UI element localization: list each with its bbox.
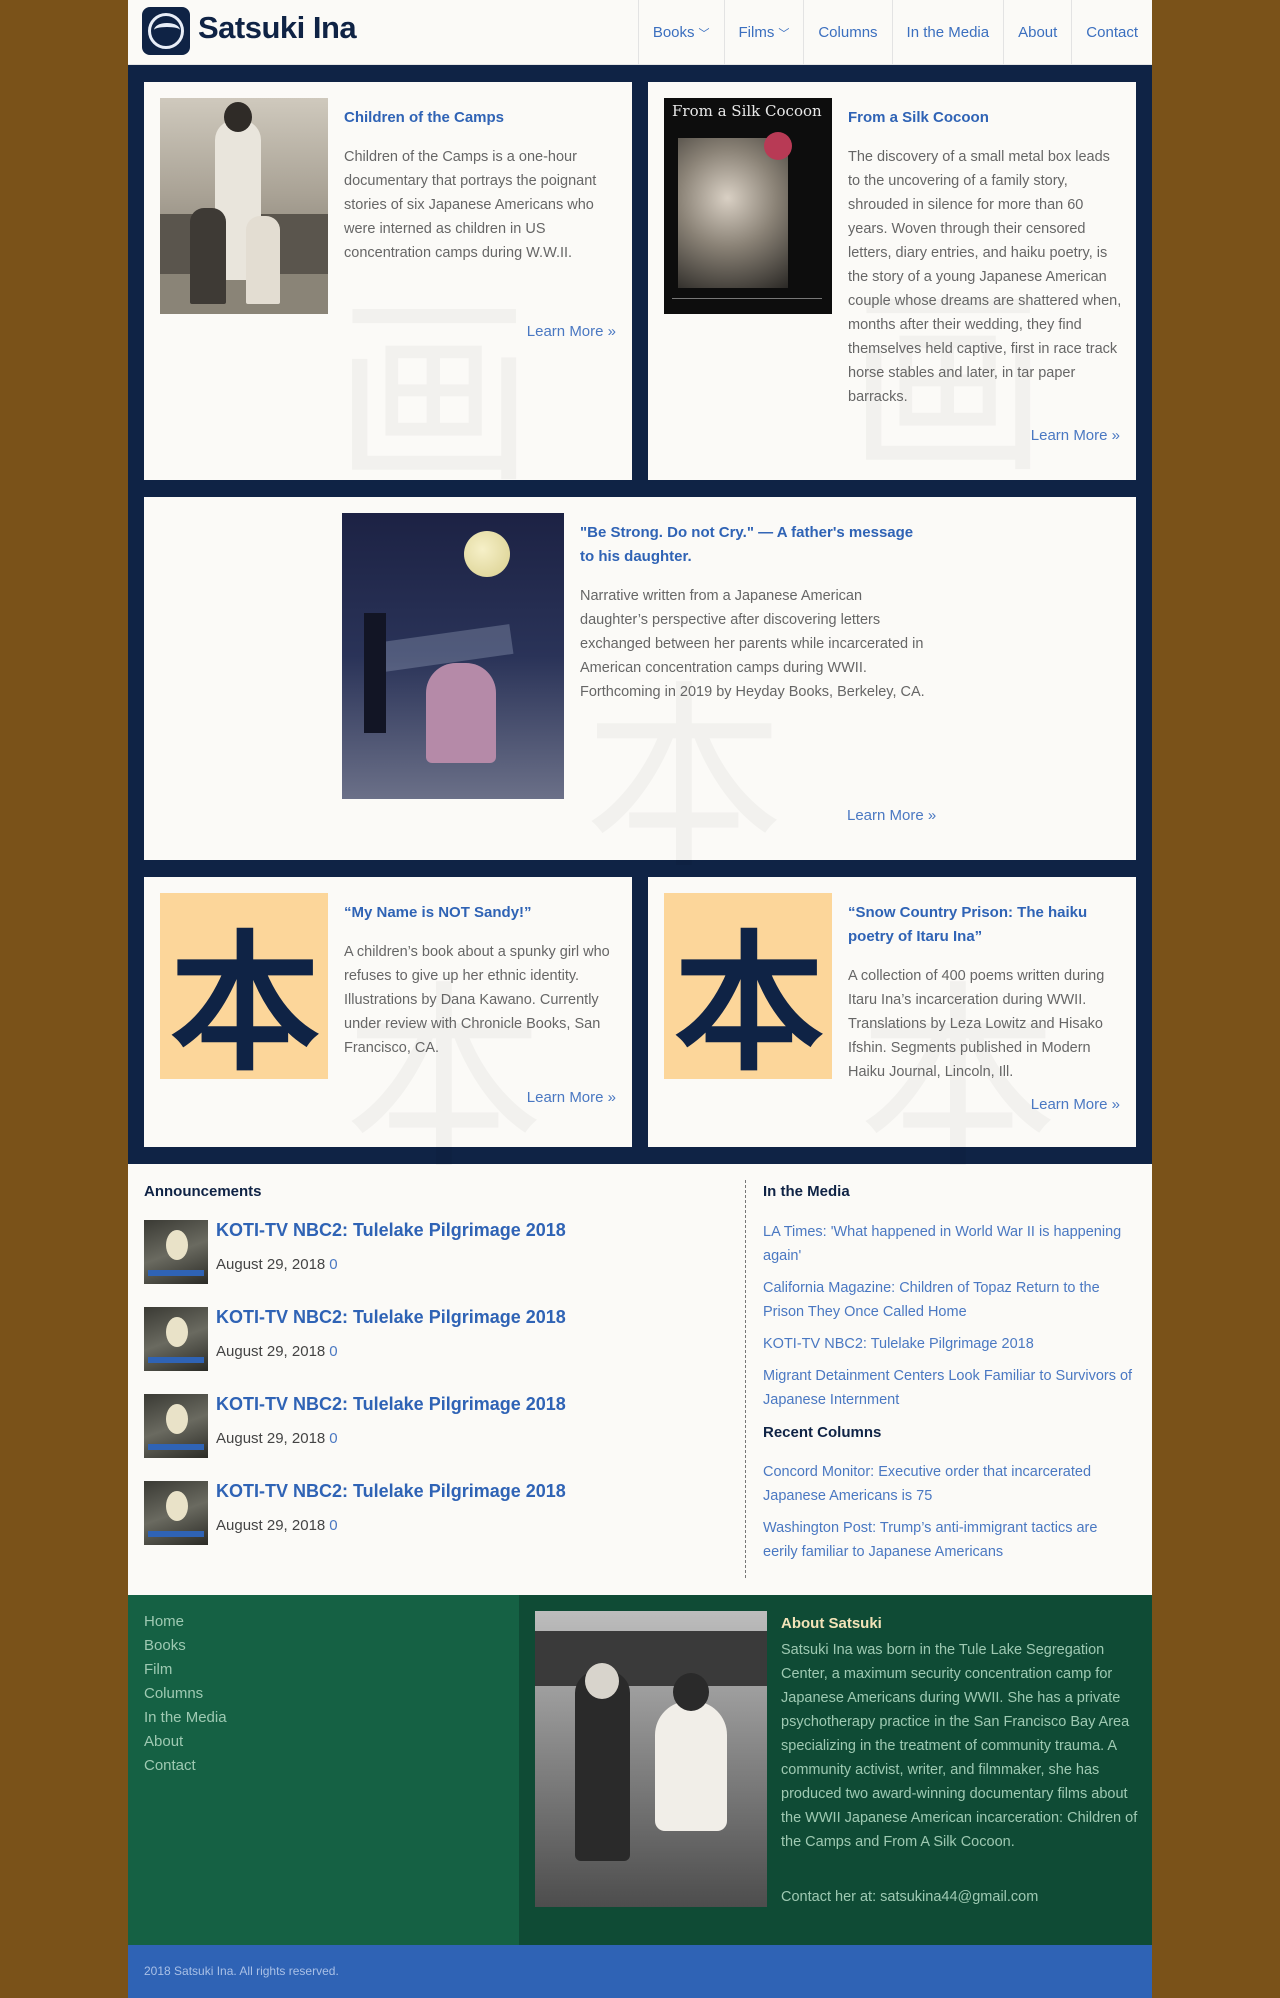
announcement-title[interactable]: KOTI-TV NBC2: Tulelake Pilgrimage 2018: [216, 1481, 566, 1502]
announcement-date: August 29, 2018: [216, 1430, 326, 1447]
feature-card-be-strong: 本 "Be Strong. Do not Cry." — A father's …: [144, 497, 1136, 860]
comment-count[interactable]: 0: [329, 1343, 337, 1360]
from-a-silk-cocoon-poster[interactable]: From a Silk Cocoon: [664, 98, 832, 314]
feature-title[interactable]: “My Name is NOT Sandy!”: [344, 901, 616, 925]
feature-title[interactable]: "Be Strong. Do not Cry." — A father's me…: [580, 521, 930, 569]
announcement-item: KOTI-TV NBC2: Tulelake Pilgrimage 2018 A…: [144, 1481, 704, 1551]
about-text: Satsuki Ina was born in the Tule Lake Se…: [781, 1642, 1138, 1850]
footer-about: About Satsuki Satsuki Ina was born in th…: [519, 1595, 1152, 1945]
feature-card-from-a-silk-cocoon: 画 From a Silk Cocoon From a Silk Cocoon …: [648, 82, 1136, 480]
footer-link-film[interactable]: Film: [144, 1661, 172, 1678]
announcement-meta: August 29, 2018 0: [216, 1256, 338, 1273]
about-photo: [535, 1611, 767, 1907]
book-kanji-tile[interactable]: 本: [664, 893, 832, 1079]
chevron-down-icon: ﹀: [698, 27, 710, 40]
learn-more-link[interactable]: Learn More »: [527, 323, 616, 340]
media-link[interactable]: LA Times: 'What happened in World War II…: [763, 1220, 1133, 1268]
children-of-the-camps-photo[interactable]: [160, 98, 328, 314]
announcement-thumbnail[interactable]: [144, 1220, 208, 1284]
learn-more-link[interactable]: Learn More »: [1031, 1096, 1120, 1113]
feature-title[interactable]: From a Silk Cocoon: [848, 106, 1120, 130]
footer-link-home[interactable]: Home: [144, 1613, 184, 1630]
feature-panel: 画 Children of the Camps Children of the …: [128, 65, 1152, 1164]
announcement-item: KOTI-TV NBC2: Tulelake Pilgrimage 2018 A…: [144, 1394, 704, 1464]
feature-card-children-of-the-camps: 画 Children of the Camps Children of the …: [144, 82, 632, 480]
announcement-meta: August 29, 2018 0: [216, 1430, 338, 1447]
comment-count[interactable]: 0: [329, 1430, 337, 1447]
recent-columns-heading: Recent Columns: [763, 1424, 882, 1441]
announcement-item: KOTI-TV NBC2: Tulelake Pilgrimage 2018 A…: [144, 1307, 704, 1377]
feature-card-my-name-is-not-sandy: 本 本 “My Name is NOT Sandy!” A children’s…: [144, 877, 632, 1147]
footer-link-contact[interactable]: Contact: [144, 1757, 196, 1774]
announcement-meta: August 29, 2018 0: [216, 1343, 338, 1360]
announcement-thumbnail[interactable]: [144, 1481, 208, 1545]
about-contact[interactable]: Contact her at: satsukina44@gmail.com: [781, 1885, 1141, 1909]
comment-count[interactable]: 0: [329, 1517, 337, 1534]
be-strong-book-cover[interactable]: [342, 513, 564, 799]
feature-title[interactable]: Children of the Camps: [344, 106, 616, 130]
announcement-date: August 29, 2018: [216, 1517, 326, 1534]
in-the-media-heading: In the Media: [763, 1183, 850, 1200]
about-title: About Satsuki: [781, 1615, 882, 1632]
announcement-title[interactable]: KOTI-TV NBC2: Tulelake Pilgrimage 2018: [216, 1220, 566, 1241]
nav-films[interactable]: Films ﹀: [723, 0, 804, 65]
announcement-thumbnail[interactable]: [144, 1394, 208, 1458]
announcement-date: August 29, 2018: [216, 1343, 326, 1360]
nav-about[interactable]: About: [1003, 0, 1071, 65]
media-link[interactable]: KOTI-TV NBC2: Tulelake Pilgrimage 2018: [763, 1332, 1133, 1356]
media-link[interactable]: California Magazine: Children of Topaz R…: [763, 1276, 1133, 1324]
announcements-heading: Announcements: [144, 1183, 262, 1200]
footer-link-about[interactable]: About: [144, 1733, 183, 1750]
site-footer: Home Books Film Columns In the Media Abo…: [128, 1595, 1152, 1945]
site-title[interactable]: Satsuki Ina: [198, 10, 357, 46]
announcement-title[interactable]: KOTI-TV NBC2: Tulelake Pilgrimage 2018: [216, 1307, 566, 1328]
poster-title: From a Silk Cocoon: [672, 102, 822, 120]
copyright-text: 2018 Satsuki Ina. All rights reserved.: [144, 1964, 339, 1978]
feature-title[interactable]: “Snow Country Prison: The haiku poetry o…: [848, 901, 1120, 949]
nav-in-the-media[interactable]: In the Media: [891, 0, 1004, 65]
column-divider: [745, 1180, 746, 1578]
footer-link-books[interactable]: Books: [144, 1637, 186, 1654]
footer-link-in-the-media[interactable]: In the Media: [144, 1709, 227, 1726]
main-nav: Books ﹀ Films ﹀ Columns In the Media About…: [637, 0, 1152, 65]
nav-columns[interactable]: Columns: [803, 0, 891, 65]
announcement-thumbnail[interactable]: [144, 1307, 208, 1371]
feature-description: Narrative written from a Japanese Americ…: [580, 588, 925, 700]
kanji-watermark: 画: [334, 232, 534, 522]
learn-more-link[interactable]: Learn More »: [847, 807, 936, 824]
feature-card-snow-country-prison: 本 本 “Snow Country Prison: The haiku poet…: [648, 877, 1136, 1147]
announcement-item: KOTI-TV NBC2: Tulelake Pilgrimage 2018 A…: [144, 1220, 704, 1290]
page: Satsuki Ina Books ﹀ Films ﹀ Columns In the…: [128, 0, 1152, 1998]
feature-description: Children of the Camps is a one-hour docu…: [344, 149, 597, 261]
footer-links: Home Books Film Columns In the Media Abo…: [128, 1595, 519, 1945]
feature-description: A collection of 400 poems written during…: [848, 968, 1105, 1080]
copyright-bar: 2018 Satsuki Ina. All rights reserved.: [128, 1945, 1152, 1998]
announcement-meta: August 29, 2018 0: [216, 1517, 338, 1534]
logo-wave-icon[interactable]: [142, 7, 190, 55]
announcement-title[interactable]: KOTI-TV NBC2: Tulelake Pilgrimage 2018: [216, 1394, 566, 1415]
book-kanji-tile[interactable]: 本: [160, 893, 328, 1079]
feature-description: The discovery of a small metal box leads…: [848, 149, 1122, 405]
nav-contact[interactable]: Contact: [1071, 0, 1152, 65]
media-link[interactable]: Migrant Detainment Centers Look Familiar…: [763, 1364, 1133, 1412]
learn-more-link[interactable]: Learn More »: [1031, 427, 1120, 444]
column-link[interactable]: Washington Post: Trump’s anti-immigrant …: [763, 1516, 1133, 1564]
announcement-date: August 29, 2018: [216, 1256, 326, 1273]
site-header: Satsuki Ina Books ﹀ Films ﹀ Columns In the…: [128, 0, 1152, 65]
learn-more-link[interactable]: Learn More »: [527, 1089, 616, 1106]
feature-description: A children’s book about a spunky girl wh…: [344, 944, 610, 1056]
column-link[interactable]: Concord Monitor: Executive order that in…: [763, 1460, 1133, 1508]
footer-link-columns[interactable]: Columns: [144, 1685, 203, 1702]
comment-count[interactable]: 0: [329, 1256, 337, 1273]
chevron-down-icon: ﹀: [778, 27, 790, 40]
nav-books[interactable]: Books ﹀: [637, 0, 724, 65]
